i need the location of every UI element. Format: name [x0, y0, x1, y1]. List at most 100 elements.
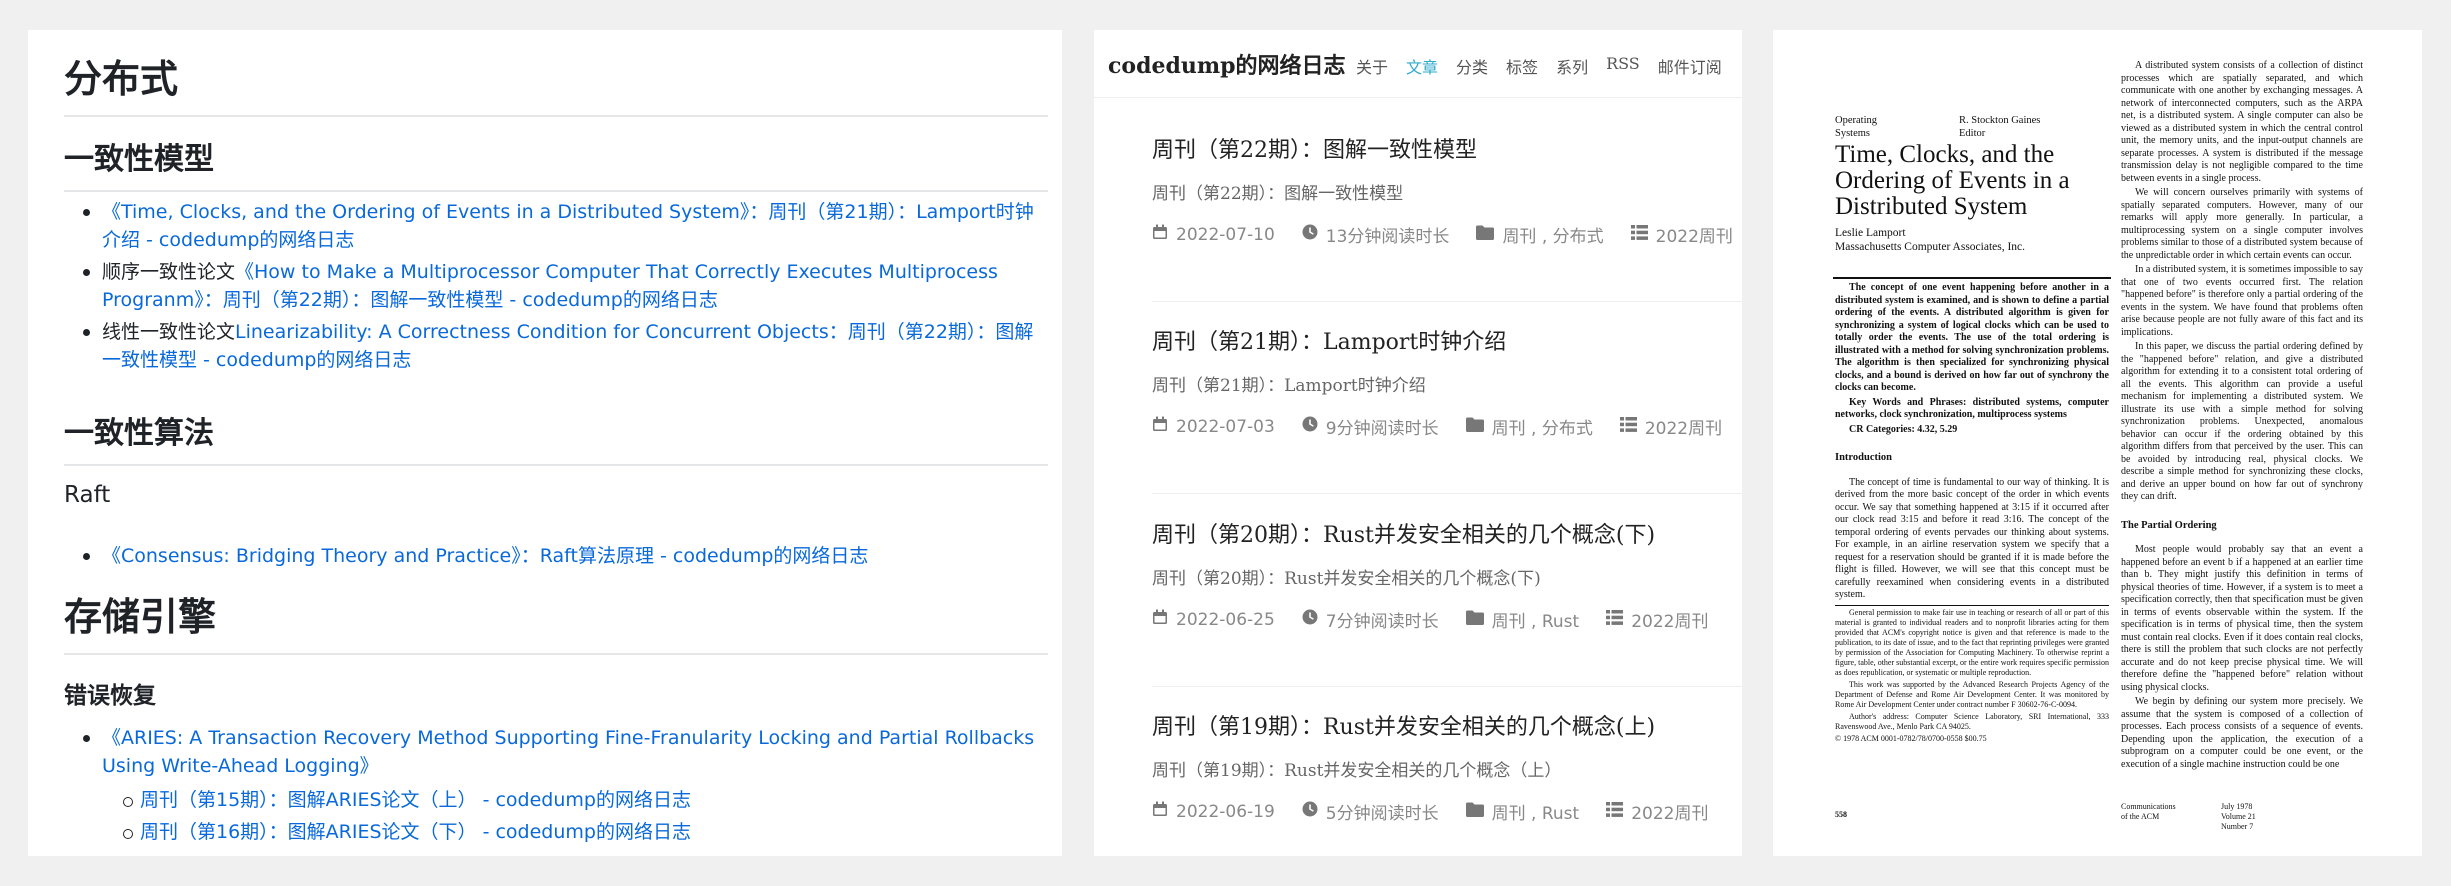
heading-consistency-model: 一致性模型: [64, 134, 1048, 192]
post-categories[interactable]: 周刊 , Rust: [1465, 799, 1580, 824]
post-categories-text[interactable]: 周刊 , Rust: [1492, 799, 1580, 824]
post-series[interactable]: 2022周刊: [1606, 607, 1708, 632]
post-meta: 2022-07-10 13分钟阅读时长 周刊 , 分布式 2022周刊: [1152, 222, 1742, 247]
copyright-notice: © 1978 ACM 0001-0782/78/0700-0558 $00.75: [1835, 733, 1987, 743]
aries-paper-link[interactable]: 《ARIES: A Transaction Recovery Method Su…: [102, 727, 1034, 777]
nav-item-tags[interactable]: 标签: [1506, 54, 1538, 78]
nav-item-rss[interactable]: RSS: [1606, 54, 1640, 78]
right-paragraph: We will concern ourselves primarily with…: [2121, 187, 2363, 261]
post-date-text: 2022-06-25: [1176, 609, 1275, 630]
error-recovery-list: 《ARIES: A Transaction Recovery Method Su…: [64, 724, 1048, 850]
post-title[interactable]: 周刊（第19期）：Rust并发安全相关的几个概念(上): [1152, 709, 1655, 741]
post-series-text[interactable]: 2022周刊: [1631, 607, 1708, 632]
linearizability-link[interactable]: Linearizability: A Correctness Condition…: [102, 321, 1033, 371]
paper-cr-categories: CR Categories: 4.32, 5.29: [1849, 423, 1958, 435]
intro-paragraph: The concept of time is fundamental to ou…: [1835, 476, 2109, 601]
post-categories-text[interactable]: 周刊 , 分布式: [1502, 222, 1603, 247]
footnote-rule: [1835, 604, 2109, 606]
right-paragraph: A distributed system consists of a colle…: [2121, 60, 2363, 184]
post-series[interactable]: 2022周刊: [1619, 414, 1722, 439]
section-label-line: Operating: [1835, 115, 1877, 126]
heading-error-recovery: 错误恢复: [64, 683, 156, 709]
post-categories[interactable]: 周刊 , 分布式: [1476, 222, 1604, 247]
right-paragraph: Most people would probably say that an e…: [2121, 544, 2363, 693]
consistency-model-list: 《Time, Clocks, and the Ordering of Event…: [64, 198, 1048, 378]
clock-icon: [1302, 609, 1326, 630]
post-subtitle: 周刊（第20期）：Rust并发安全相关的几个概念(下): [1152, 569, 1541, 589]
blog-navbar: codedump的网络日志 关于 文章 分类 标签 系列 RSS 邮件订阅: [1094, 30, 1742, 98]
post-read-time: 13分钟阅读时长: [1302, 222, 1449, 247]
clock-icon: [1302, 224, 1326, 245]
post-date-text: 2022-07-03: [1176, 416, 1275, 437]
aries-part2-link[interactable]: 周刊（第16期）：图解ARIES论文（下） - codedump的网络日志: [140, 821, 691, 843]
site-title[interactable]: codedump的网络日志: [1108, 48, 1346, 80]
post-series[interactable]: 2022周刊: [1606, 799, 1708, 824]
post-read-time: 9分钟阅读时长: [1302, 414, 1439, 439]
paper-left-column: The concept of one event happening befor…: [1835, 282, 2109, 746]
folder-icon: [1465, 417, 1492, 437]
paper-title: Time, Clocks, and the Ordering of Events…: [1835, 141, 2070, 220]
right-paragraph: We begin by defining our system more pre…: [2121, 696, 2363, 770]
blog-panel: codedump的网络日志 关于 文章 分类 标签 系列 RSS 邮件订阅 周刊…: [1094, 30, 1742, 856]
list-icon: [1606, 801, 1631, 822]
right-paragraph: In this paper, we discuss the partial or…: [2121, 341, 2363, 502]
permission-notice: General permission to make fair use in t…: [1835, 607, 2109, 677]
list-item: 《ARIES: A Transaction Recovery Method Su…: [64, 724, 1048, 846]
post-categories[interactable]: 周刊 , Rust: [1465, 607, 1580, 632]
calendar-icon: [1152, 416, 1176, 437]
editor-name: R. Stockton Gaines: [1959, 115, 2041, 126]
post-entry: 周刊（第19期）：Rust并发安全相关的几个概念(上) 周刊（第19期）：Rust…: [1152, 709, 1742, 856]
nav-item-categories[interactable]: 分类: [1456, 54, 1488, 78]
post-categories[interactable]: 周刊 , 分布式: [1465, 414, 1593, 439]
paper-page-panel: Operating Systems R. Stockton Gaines Edi…: [1773, 30, 2422, 856]
post-series-text[interactable]: 2022周刊: [1631, 799, 1708, 824]
post-read-time: 5分钟阅读时长: [1302, 799, 1439, 824]
post-title[interactable]: 周刊（第22期）：图解一致性模型: [1152, 132, 1477, 164]
post-title[interactable]: 周刊（第21期）：Lamport时钟介绍: [1152, 324, 1506, 356]
calendar-icon: [1152, 801, 1176, 822]
raft-consensus-link[interactable]: 《Consensus: Bridging Theory and Practice…: [102, 545, 868, 567]
post-series[interactable]: 2022周刊: [1630, 222, 1733, 247]
clock-icon: [1302, 801, 1326, 822]
partial-ordering-heading: The Partial Ordering: [2121, 519, 2217, 531]
post-date: 2022-07-10: [1152, 224, 1275, 245]
post-date: 2022-07-03: [1152, 416, 1275, 437]
paper-author: Leslie Lamport Massachusetts Computer As…: [1835, 226, 2025, 254]
nav-item-about[interactable]: 关于: [1356, 54, 1388, 78]
post-meta: 2022-07-03 9分钟阅读时长 周刊 , 分布式 2022周刊: [1152, 414, 1742, 439]
footer-date: July 1978: [2221, 802, 2253, 811]
post-title[interactable]: 周刊（第20期）：Rust并发安全相关的几个概念(下): [1152, 517, 1655, 549]
time-clocks-link[interactable]: 《Time, Clocks, and the Ordering of Event…: [102, 201, 1034, 251]
post-date: 2022-06-25: [1152, 609, 1275, 630]
nav-menu: 关于 文章 分类 标签 系列 RSS 邮件订阅: [1356, 54, 1740, 78]
list-item: 线性一致性论文Linearizability: A Correctness Co…: [64, 318, 1048, 374]
intro-heading: Introduction: [1835, 452, 1892, 463]
list-item-prefix: 线性一致性论文: [102, 321, 236, 343]
author-address: Author's address: Computer Science Labor…: [1835, 711, 2109, 731]
list-item: 顺序一致性论文《How to Make a Multiprocessor Com…: [64, 258, 1048, 314]
post-series-text[interactable]: 2022周刊: [1645, 414, 1722, 439]
aries-part1-link[interactable]: 周刊（第15期）：图解ARIES论文（上） - codedump的网络日志: [140, 789, 691, 811]
list-icon: [1619, 416, 1645, 437]
post-read-time-text: 9分钟阅读时长: [1325, 419, 1439, 439]
post-entry: 周刊（第20期）：Rust并发安全相关的几个概念(下) 周刊（第20期）：Rust…: [1152, 517, 1742, 687]
paper-editor: R. Stockton Gaines Editor: [1959, 114, 2040, 140]
editor-label: Editor: [1959, 128, 1986, 139]
heading-storage-engine: 存储引擎: [64, 586, 1048, 655]
markdown-notes-panel: 分布式 一致性模型 《Time, Clocks, and the Orderin…: [28, 30, 1062, 856]
footer-volume: Volume 21: [2221, 812, 2256, 821]
paper-right-column: A distributed system consists of a colle…: [2121, 60, 2363, 773]
post-series-text[interactable]: 2022周刊: [1656, 222, 1733, 247]
multiprocessor-paper-link[interactable]: 《How to Make a Multiprocessor Computer T…: [102, 261, 998, 311]
calendar-icon: [1152, 609, 1176, 630]
nav-item-series[interactable]: 系列: [1556, 54, 1588, 78]
page-number: 558: [1835, 810, 1847, 819]
post-categories-text[interactable]: 周刊 , Rust: [1492, 607, 1580, 632]
footer-number: Number 7: [2221, 822, 2254, 831]
nav-item-email-subscribe[interactable]: 邮件订阅: [1658, 54, 1722, 78]
footer-journal: Communications of the ACM: [2121, 802, 2176, 821]
post-categories-text[interactable]: 周刊 , 分布式: [1492, 414, 1593, 439]
support-notice: This work was supported by the Advanced …: [1835, 679, 2109, 709]
nav-item-articles[interactable]: 文章: [1406, 54, 1438, 78]
abstract-top-rule: [1833, 277, 2111, 279]
